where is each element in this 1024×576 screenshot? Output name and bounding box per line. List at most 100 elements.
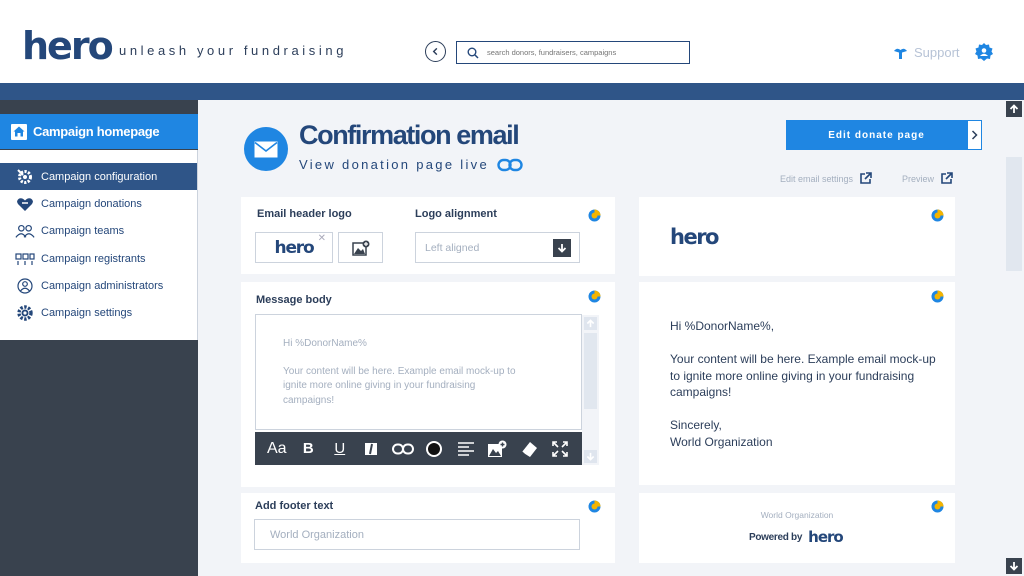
header-strip xyxy=(0,83,1024,100)
align-button[interactable] xyxy=(454,438,478,460)
editor-scroll-thumb[interactable] xyxy=(584,333,597,409)
page-scroll-down-button[interactable] xyxy=(1006,558,1022,574)
gear-user-icon xyxy=(975,43,993,61)
hero-badge-icon xyxy=(931,209,944,222)
upload-image-button[interactable] xyxy=(338,232,383,263)
arrow-up-icon xyxy=(1009,104,1019,113)
gear-icon xyxy=(15,304,35,322)
account-settings-button[interactable] xyxy=(974,42,994,67)
alignment-value: Left aligned xyxy=(425,241,480,254)
sidebar-item-donations[interactable]: Campaign donations xyxy=(0,190,197,217)
footer-text-input[interactable]: World Organization xyxy=(254,519,580,550)
preview-body: Hi %DonorName%, Your content will be her… xyxy=(670,318,940,450)
arrow-down-icon xyxy=(1009,562,1019,571)
powered-by-logo: hero xyxy=(808,528,844,546)
logo-preview-text: hero xyxy=(274,237,315,258)
align-left-icon xyxy=(457,441,474,456)
support-icon xyxy=(894,48,907,59)
editor-body: Your content will be here. Example email… xyxy=(283,365,516,406)
clear-format-button[interactable] xyxy=(517,438,541,460)
preview-signature: World Organization xyxy=(670,434,773,449)
sidebar-home-label: Campaign homepage xyxy=(33,124,160,139)
registrants-icon xyxy=(15,250,35,268)
edit-donate-page-button[interactable]: Edit donate page xyxy=(786,120,982,150)
search-icon xyxy=(467,47,479,59)
app-window: hero unleash your fundraising Support xyxy=(0,0,1024,576)
top-bar: hero unleash your fundraising Support xyxy=(0,0,1024,83)
footer-label: Add footer text xyxy=(255,500,334,512)
external-link-icon xyxy=(941,172,953,184)
header-logo-label: Email header logo xyxy=(257,208,352,220)
scroll-down-icon[interactable] xyxy=(584,450,597,463)
link-icon xyxy=(497,158,523,171)
footer-value: World Organization xyxy=(270,528,364,541)
users-icon xyxy=(15,222,35,240)
page-title: Confirmation email xyxy=(299,120,520,150)
fullscreen-button[interactable] xyxy=(548,438,572,460)
editor-toolbar: Aa B U xyxy=(255,432,582,465)
preview-label: Preview xyxy=(902,173,935,184)
link-button[interactable] xyxy=(391,438,415,460)
sidebar-item-label: Campaign configuration xyxy=(41,170,158,183)
view-live-link[interactable]: View donation page live xyxy=(299,157,523,172)
page-scroll-thumb[interactable] xyxy=(1006,157,1022,271)
support-label: Support xyxy=(914,45,960,60)
arrow-down-icon xyxy=(553,238,571,257)
sidebar-item-settings[interactable]: Campaign settings xyxy=(0,299,197,326)
edit-donate-label: Edit donate page xyxy=(786,120,967,150)
preview-content: Your content will be here. Example email… xyxy=(670,352,936,399)
sidebar-item-label: Campaign administrators xyxy=(41,279,164,292)
sidebar-item-registrants[interactable]: Campaign registrants xyxy=(0,245,197,272)
edit-email-settings-label: Edit email settings xyxy=(780,173,854,184)
hero-badge-icon xyxy=(588,500,601,513)
external-link-icon xyxy=(860,172,872,184)
chevron-right-icon xyxy=(967,120,982,150)
support-link[interactable]: Support xyxy=(893,45,960,60)
powered-by: Powered by hero xyxy=(749,528,844,546)
back-button[interactable] xyxy=(425,41,446,62)
alignment-label: Logo alignment xyxy=(415,208,497,220)
scroll-up-icon[interactable] xyxy=(584,317,597,330)
italic-icon xyxy=(365,442,378,455)
sidebar: Campaign homepage Campaign configuration… xyxy=(0,100,198,576)
sidebar-item-configuration[interactable]: Campaign configuration xyxy=(0,163,197,191)
color-picker-button[interactable] xyxy=(422,438,446,460)
hero-badge-icon xyxy=(588,290,601,303)
gear-wrench-icon xyxy=(15,168,35,186)
admin-icon xyxy=(15,277,35,295)
remove-logo-icon[interactable]: ✕ xyxy=(318,233,326,244)
brand-tagline: unleash your fundraising xyxy=(119,43,348,58)
editor-greeting: Hi %DonorName% xyxy=(283,338,367,349)
chevron-left-icon xyxy=(432,47,438,56)
sidebar-item-teams[interactable]: Campaign teams xyxy=(0,218,197,245)
hero-badge-icon xyxy=(931,290,944,303)
sidebar-item-administrators[interactable]: Campaign administrators xyxy=(0,272,197,299)
sidebar-item-label: Campaign registrants xyxy=(41,252,146,265)
insert-image-button[interactable] xyxy=(485,438,509,460)
search-box[interactable] xyxy=(456,41,690,64)
font-size-button[interactable]: Aa xyxy=(265,438,289,460)
message-body-label: Message body xyxy=(256,294,332,306)
header-logo-preview: hero ✕ xyxy=(255,232,333,263)
heart-hand-icon xyxy=(15,195,35,213)
powered-by-label: Powered by xyxy=(749,531,803,543)
logo-alignment-select[interactable]: Left aligned xyxy=(415,232,580,263)
sidebar-home-link[interactable]: Campaign homepage xyxy=(0,114,198,149)
edit-email-settings-link[interactable]: Edit email settings xyxy=(780,172,872,185)
hero-badge-icon xyxy=(588,209,601,222)
search-input[interactable] xyxy=(487,48,677,57)
add-image-icon xyxy=(488,440,507,457)
link-icon xyxy=(391,443,414,454)
bold-button[interactable]: B xyxy=(296,438,320,460)
email-icon xyxy=(244,127,288,171)
italic-button[interactable] xyxy=(359,438,383,460)
editor-scrollbar[interactable] xyxy=(582,315,599,465)
expand-icon xyxy=(552,440,569,457)
page-scroll-up-button[interactable] xyxy=(1006,101,1022,117)
preview-link[interactable]: Preview xyxy=(902,172,953,185)
color-circle-icon xyxy=(426,440,443,457)
brand-logo[interactable]: hero xyxy=(22,24,114,68)
underline-button[interactable]: U xyxy=(328,438,352,460)
sidebar-item-label: Campaign teams xyxy=(41,225,125,238)
message-body-editor[interactable]: Hi %DonorName% Your content will be here… xyxy=(255,314,582,430)
